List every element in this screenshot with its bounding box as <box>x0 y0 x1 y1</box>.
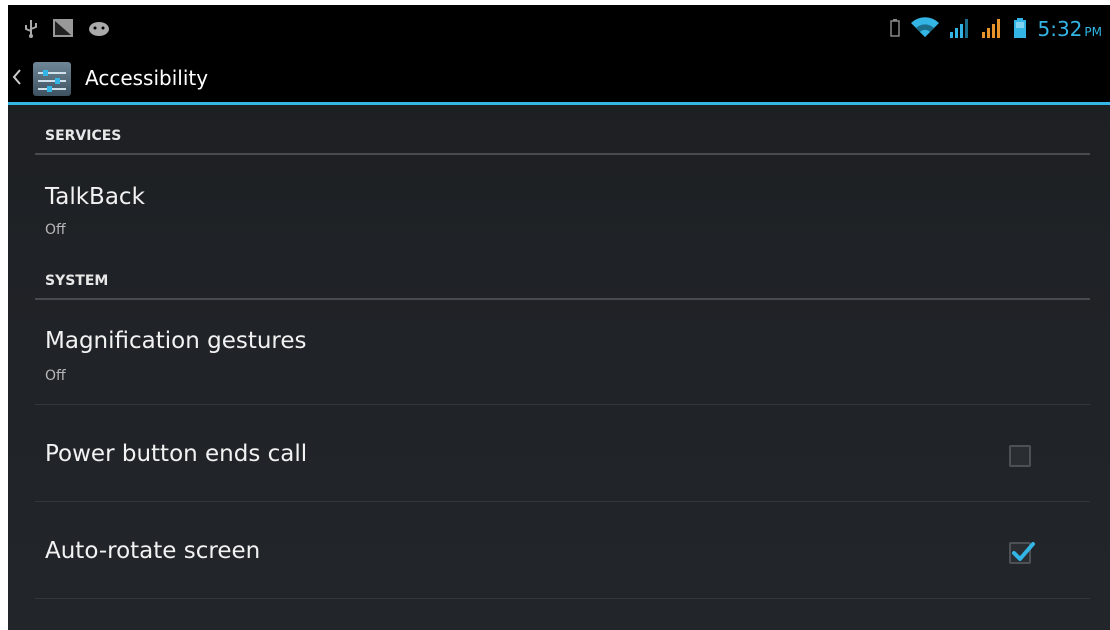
clock: 5:32 PM <box>1037 18 1102 43</box>
power-button-ends-call-checkbox[interactable] <box>1009 445 1031 467</box>
status-bar: 5:32 PM <box>8 5 1110 53</box>
signal-2-icon <box>981 17 1003 43</box>
status-bar-system: 5:32 PM <box>889 17 1102 43</box>
pref-summary: Off <box>45 222 66 238</box>
section-header-label: SYSTEM <box>45 273 109 289</box>
pref-title: Power button ends call <box>45 441 308 467</box>
list-item-power-button-ends-call[interactable]: Power button ends call <box>8 405 1110 501</box>
section-header-label: SERVICES <box>45 128 122 144</box>
battery-small-icon <box>889 18 901 42</box>
auto-rotate-screen-checkbox[interactable] <box>1009 542 1035 564</box>
section-header-services: SERVICES <box>35 123 1090 155</box>
status-bar-notifications <box>24 18 110 42</box>
screenshot-icon <box>52 18 74 42</box>
clock-time: 5:32 <box>1037 16 1083 41</box>
section-header-system: SYSTEM <box>35 268 1090 300</box>
list-item-auto-rotate-screen[interactable]: Auto-rotate screen <box>8 502 1110 598</box>
back-chevron-icon[interactable] <box>11 66 23 92</box>
checkmark-icon <box>1012 542 1035 561</box>
pref-title: Magnification gestures <box>45 328 307 354</box>
battery-icon <box>1013 17 1027 43</box>
pref-title: Auto-rotate screen <box>45 538 261 564</box>
page-title: Accessibility <box>85 66 209 90</box>
android-debug-icon <box>88 19 110 41</box>
settings-app-icon[interactable] <box>30 59 74 99</box>
signal-1-icon <box>949 17 971 43</box>
list-item-magnification-gestures[interactable]: Magnification gestures Off <box>8 302 1110 403</box>
action-bar: Accessibility <box>8 53 1110 105</box>
clock-ampm: PM <box>1084 24 1102 39</box>
divider <box>35 598 1090 599</box>
list-item-talkback[interactable]: TalkBack Off <box>8 157 1110 249</box>
pref-summary: Off <box>45 368 66 384</box>
usb-icon <box>24 18 38 42</box>
wifi-icon <box>911 17 940 43</box>
android-settings-screen: 5:32 PM Accessibility SERVICES TalkBack … <box>8 5 1110 630</box>
pref-title: TalkBack <box>45 184 145 210</box>
